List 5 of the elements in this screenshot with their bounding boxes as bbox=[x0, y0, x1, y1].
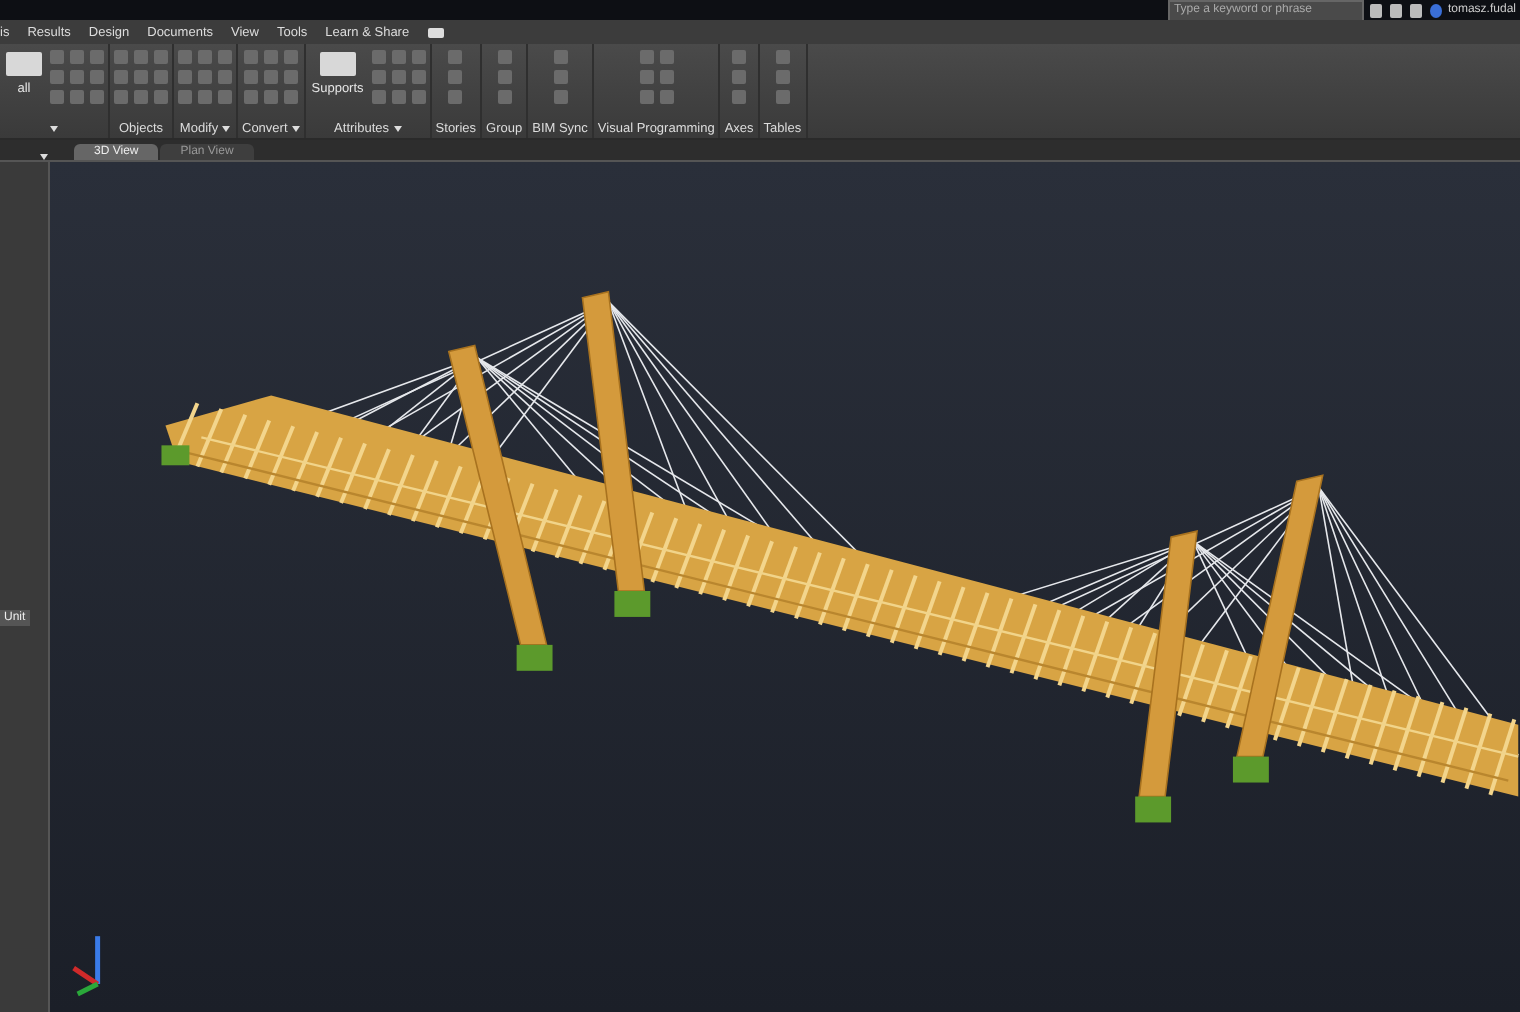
caret-icon[interactable] bbox=[50, 125, 58, 131]
caret-icon[interactable] bbox=[393, 125, 402, 131]
caret-icon[interactable] bbox=[291, 125, 300, 131]
caret-icon[interactable] bbox=[222, 125, 231, 131]
axis-icon bbox=[72, 936, 101, 997]
